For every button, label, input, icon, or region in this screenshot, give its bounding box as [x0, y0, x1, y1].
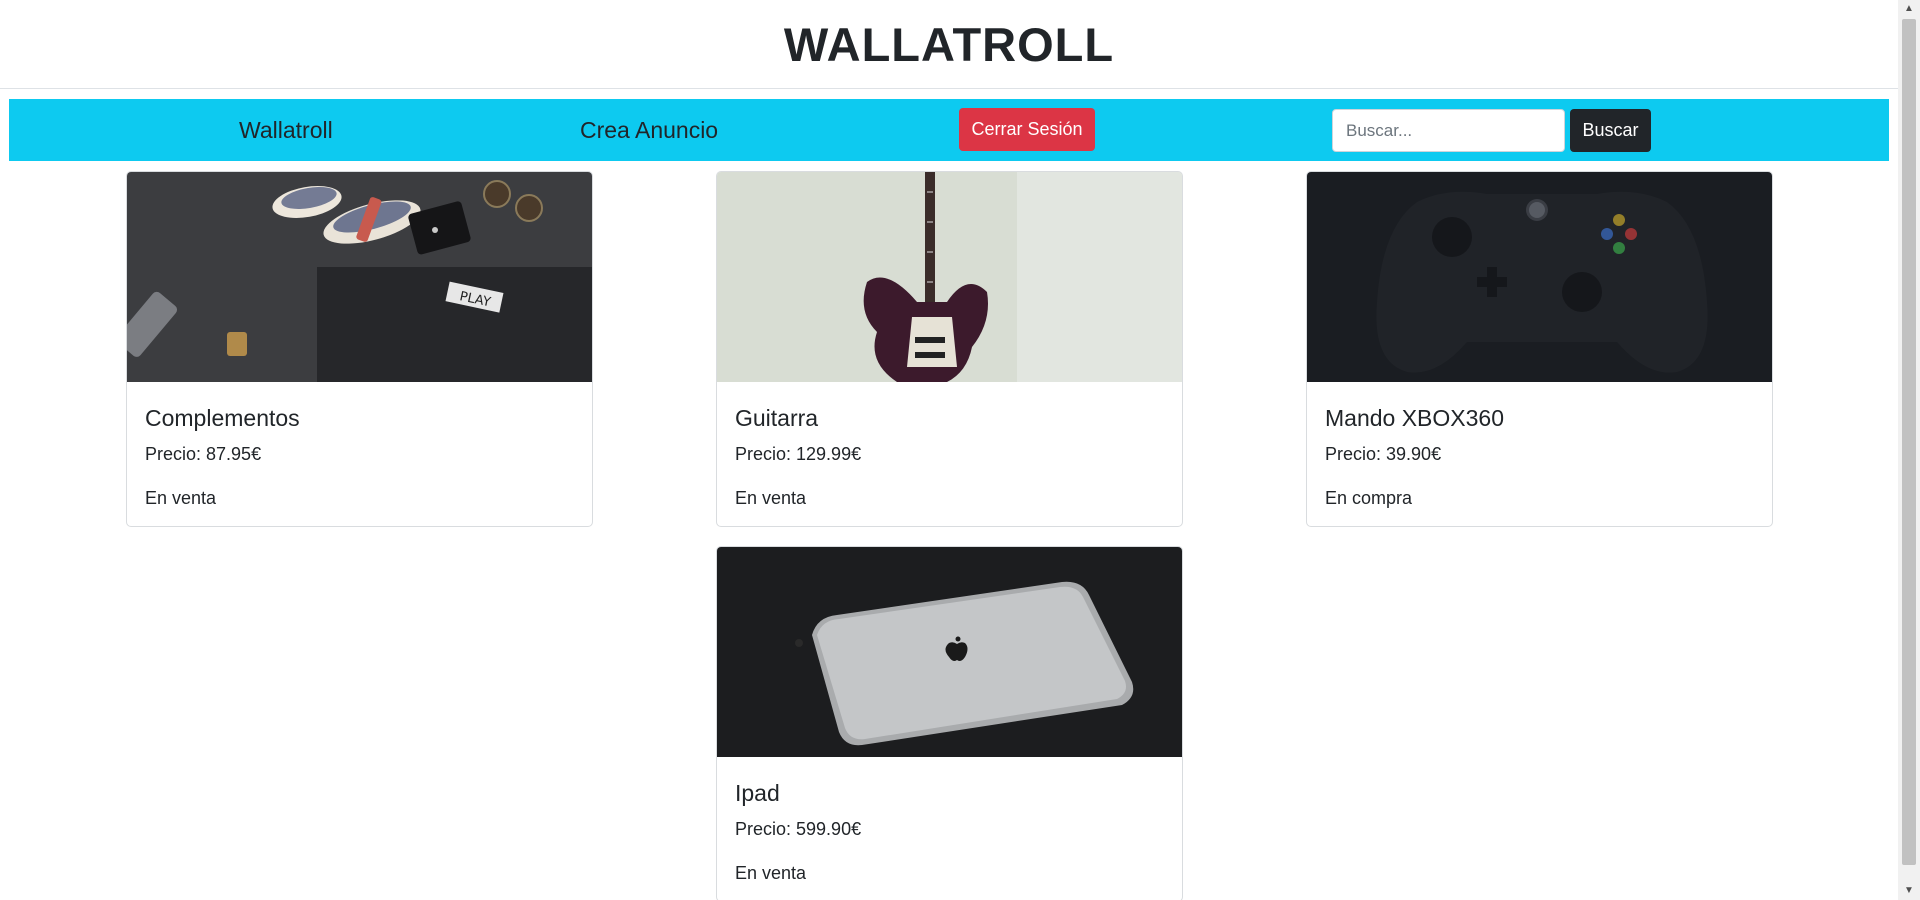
card-body: Ipad Precio: 599.90€ En venta — [717, 757, 1182, 885]
product-title[interactable]: Mando XBOX360 — [1325, 402, 1754, 434]
product-card-complementos[interactable]: PLAY Complementos Precio: 87.95€ En vent… — [126, 171, 593, 527]
nav-link-home[interactable]: Wallatroll — [239, 99, 333, 161]
search-input[interactable] — [1332, 109, 1565, 152]
product-price: Precio: 39.90€ — [1325, 444, 1442, 464]
product-card-mando-xbox360[interactable]: Mando XBOX360 Precio: 39.90€ En compra — [1306, 171, 1773, 527]
product-title[interactable]: Guitarra — [735, 402, 1164, 434]
guitar-photo — [717, 172, 1182, 382]
scrollbar-thumb[interactable] — [1902, 19, 1916, 865]
product-card-ipad[interactable]: Ipad Precio: 599.90€ En venta — [716, 546, 1183, 900]
product-status: En venta — [735, 488, 807, 508]
vertical-scrollbar[interactable]: ▲ ▼ — [1898, 0, 1920, 900]
product-status: En venta — [735, 863, 807, 883]
scroll-down-arrow-icon[interactable]: ▼ — [1898, 882, 1920, 900]
site-header: WALLATROLL — [0, 0, 1898, 89]
search-button[interactable]: Buscar — [1570, 109, 1651, 152]
product-status: En venta — [145, 488, 217, 508]
product-price: Precio: 87.95€ — [145, 444, 262, 464]
product-card-guitarra[interactable]: Guitarra Precio: 129.99€ En venta — [716, 171, 1183, 527]
card-body: Mando XBOX360 Precio: 39.90€ En compra — [1307, 382, 1772, 510]
product-title[interactable]: Complementos — [145, 402, 574, 434]
product-price: Precio: 599.90€ — [735, 819, 862, 839]
product-status: En compra — [1325, 488, 1413, 508]
tablet-photo — [717, 547, 1182, 757]
product-price: Precio: 129.99€ — [735, 444, 862, 464]
site-title: WALLATROLL — [783, 17, 1115, 71]
card-body: Guitarra Precio: 129.99€ En venta — [717, 382, 1182, 510]
accessories-photo: PLAY — [127, 172, 592, 382]
product-image-controller — [1307, 172, 1772, 382]
product-image-accessories: PLAY — [127, 172, 592, 382]
product-image-tablet — [717, 547, 1182, 757]
product-image-guitar — [717, 172, 1182, 382]
navbar: Wallatroll Crea Anuncio Cerrar Sesión Bu… — [9, 99, 1889, 161]
scroll-up-arrow-icon[interactable]: ▲ — [1898, 0, 1920, 18]
logout-button[interactable]: Cerrar Sesión — [959, 108, 1095, 151]
controller-photo — [1307, 172, 1772, 382]
page: WALLATROLL Wallatroll Crea Anuncio Cerra… — [0, 0, 1920, 900]
product-title[interactable]: Ipad — [735, 777, 1164, 809]
card-body: Complementos Precio: 87.95€ En venta — [127, 382, 592, 510]
nav-link-create-ad[interactable]: Crea Anuncio — [580, 99, 718, 161]
